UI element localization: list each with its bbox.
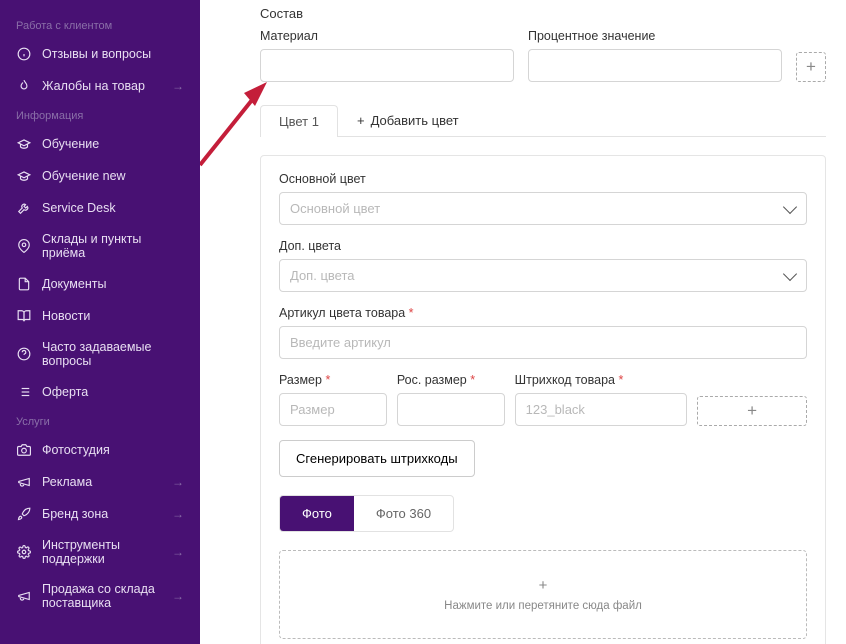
barcode-label: Штрихкод товара	[515, 373, 688, 387]
sidebar-item-label: Продажа со склада поставщика	[42, 582, 172, 610]
grad-icon	[16, 136, 32, 152]
sidebar-item[interactable]: Документы	[0, 268, 200, 300]
add-color-tab[interactable]: + Добавить цвет	[338, 104, 478, 136]
article-label: Артикул цвета товара	[279, 306, 807, 320]
composition-title: Состав	[260, 6, 826, 21]
sidebar-item-label: Часто задаваемые вопросы	[42, 340, 184, 368]
extra-color-select[interactable]	[279, 259, 807, 292]
chevron-right-icon: →	[172, 507, 184, 521]
plus-icon: +	[357, 113, 365, 128]
photo-tabs: Фото Фото 360	[279, 495, 454, 532]
sidebar-item-label: Жалобы на товар	[42, 79, 172, 93]
list-icon	[16, 384, 32, 400]
sidebar-item[interactable]: Оферта	[0, 376, 200, 408]
sidebar-item[interactable]: Отзывы и вопросы	[0, 38, 200, 70]
material-label: Материал	[260, 29, 514, 43]
generate-barcodes-button[interactable]: Сгенерировать штрихкоды	[279, 440, 475, 477]
sidebar-section-title: Информация	[0, 102, 200, 128]
support-block: Техподдержка 24/7+7 (495) 663-72-96	[0, 638, 200, 644]
percent-input[interactable]	[528, 49, 782, 82]
sidebar-item-label: Новости	[42, 309, 184, 323]
info-icon	[16, 46, 32, 62]
sidebar-item-label: Бренд зона	[42, 507, 172, 521]
mega-icon	[16, 588, 32, 604]
color-tabs: Цвет 1 + Добавить цвет	[260, 104, 826, 137]
size-input[interactable]	[279, 393, 387, 426]
flame-icon	[16, 78, 32, 94]
sidebar-item[interactable]: Service Desk	[0, 192, 200, 224]
extra-color-label: Доп. цвета	[279, 239, 807, 253]
sidebar-item-label: Service Desk	[42, 201, 184, 215]
pin-icon	[16, 238, 32, 254]
q-icon	[16, 346, 32, 362]
sidebar-item-label: Фотостудия	[42, 443, 184, 457]
doc-icon	[16, 276, 32, 292]
chevron-right-icon: →	[172, 79, 184, 93]
wrench-icon	[16, 200, 32, 216]
sidebar-item[interactable]: Жалобы на товар→	[0, 70, 200, 102]
percent-label: Процентное значение	[528, 29, 782, 43]
chevron-right-icon: →	[172, 545, 184, 559]
sidebar-item[interactable]: Склады и пункты приёма	[0, 224, 200, 268]
grad-icon	[16, 168, 32, 184]
sidebar-item-label: Оферта	[42, 385, 184, 399]
ros-size-input[interactable]	[397, 393, 505, 426]
sidebar-item[interactable]: Реклама→	[0, 466, 200, 498]
rocket-icon	[16, 506, 32, 522]
add-size-button[interactable]: +	[697, 396, 807, 426]
barcode-input[interactable]	[515, 393, 688, 426]
sidebar-item-label: Документы	[42, 277, 184, 291]
main-content: Состав Материал Процентное значение + Цв…	[200, 0, 846, 644]
sidebar-item[interactable]: Фотостудия	[0, 434, 200, 466]
sidebar-item-label: Склады и пункты приёма	[42, 232, 184, 260]
sidebar-item[interactable]: Новости	[0, 300, 200, 332]
dropzone-text: Нажмите или перетяните сюда файл	[306, 600, 780, 612]
sidebar-item-label: Реклама	[42, 475, 172, 489]
sidebar-item[interactable]: Бренд зона→	[0, 498, 200, 530]
tab-photo-360[interactable]: Фото 360	[354, 496, 453, 531]
sidebar-item[interactable]: Инструменты поддержки→	[0, 530, 200, 574]
material-input[interactable]	[260, 49, 514, 82]
chevron-right-icon: →	[172, 475, 184, 489]
sidebar-item-label: Инструменты поддержки	[42, 538, 172, 566]
sidebar-item-label: Обучение	[42, 137, 184, 151]
main-color-select[interactable]	[279, 192, 807, 225]
sidebar-item[interactable]: Часто задаваемые вопросы	[0, 332, 200, 376]
main-color-label: Основной цвет	[279, 172, 807, 186]
mega-icon	[16, 474, 32, 490]
add-material-button[interactable]: +	[796, 52, 826, 82]
photo-dropzone[interactable]: + Нажмите или перетяните сюда файл	[279, 550, 807, 639]
chevron-right-icon: →	[172, 589, 184, 603]
color-card: Основной цвет Доп. цвета Артикул цвета т…	[260, 155, 826, 644]
ros-size-label: Рос. размер	[397, 373, 505, 387]
size-label: Размер	[279, 373, 387, 387]
sidebar: Работа с клиентом Отзывы и вопросы Жалобы …	[0, 0, 200, 644]
tab-photo[interactable]: Фото	[280, 496, 354, 531]
article-input[interactable]	[279, 326, 807, 359]
tab-color-1[interactable]: Цвет 1	[260, 105, 338, 137]
sidebar-item-label: Обучение new	[42, 169, 184, 183]
book-icon	[16, 308, 32, 324]
sidebar-item[interactable]: Продажа со склада поставщика→	[0, 574, 200, 618]
sidebar-section-title: Работа с клиентом	[0, 12, 200, 38]
sidebar-item-label: Отзывы и вопросы	[42, 47, 184, 61]
gear-icon	[16, 544, 32, 560]
camera-icon	[16, 442, 32, 458]
plus-icon: +	[306, 577, 780, 594]
sidebar-section-title: Услуги	[0, 408, 200, 434]
sidebar-item[interactable]: Обучение	[0, 128, 200, 160]
sidebar-item[interactable]: Обучение new	[0, 160, 200, 192]
